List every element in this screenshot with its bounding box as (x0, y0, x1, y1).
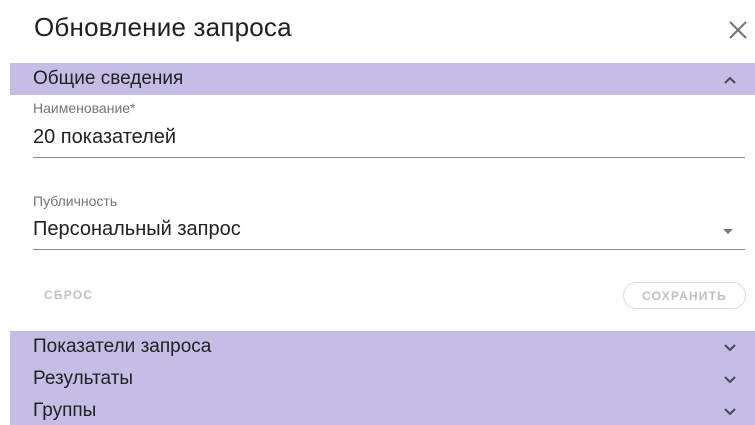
section-results-header[interactable]: Результаты (10, 363, 755, 395)
chevron-down-icon (724, 376, 736, 384)
name-field-label: Наименование* (33, 100, 136, 116)
section-indicators-label: Показатели запроса (33, 336, 212, 357)
close-icon (729, 21, 747, 39)
dropdown-arrow-icon[interactable] (723, 229, 733, 234)
section-indicators-header[interactable]: Показатели запроса (10, 331, 755, 363)
section-results-label: Результаты (33, 368, 134, 389)
name-input[interactable] (33, 126, 723, 149)
section-groups-header[interactable]: Группы (10, 395, 755, 425)
update-request-dialog: Обновление запроса Общие сведения Наимен… (0, 0, 755, 425)
chevron-down-icon (724, 344, 736, 352)
close-button[interactable] (727, 19, 749, 41)
section-general-header[interactable]: Общие сведения (10, 63, 755, 95)
publicity-field-label: Публичность (33, 193, 118, 209)
save-button[interactable]: СОХРАНИТЬ (623, 282, 746, 309)
chevron-up-icon (724, 76, 736, 84)
dialog-title: Обновление запроса (34, 12, 292, 42)
name-field-underline (33, 157, 745, 158)
chevron-down-icon (724, 408, 736, 416)
section-general-label: Общие сведения (33, 68, 184, 89)
publicity-field-underline (33, 249, 745, 250)
section-groups-label: Группы (33, 400, 97, 421)
publicity-select[interactable]: Персональный запрос (33, 218, 713, 241)
reset-button[interactable]: СБРОС (44, 288, 93, 302)
